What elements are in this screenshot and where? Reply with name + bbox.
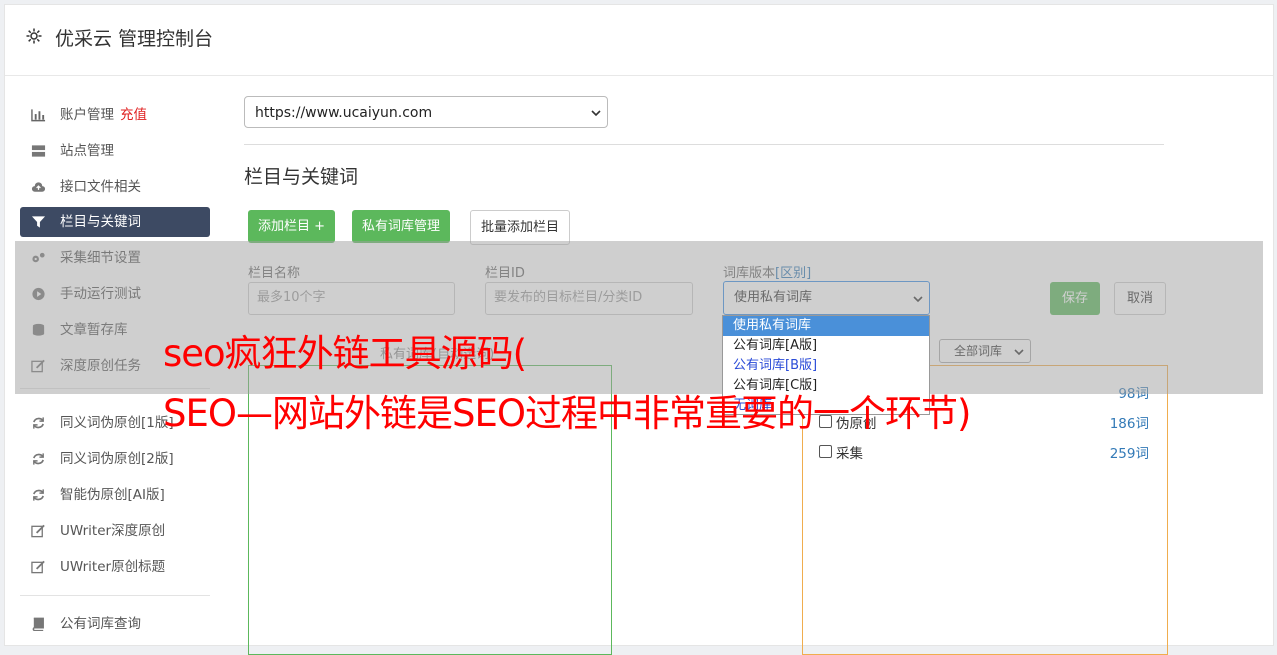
sidebar-item-label: 同义词伪原创[2版] — [60, 451, 174, 467]
private-library-button[interactable]: 私有词库管理 — [352, 210, 451, 243]
library-count: 186词 — [1109, 416, 1149, 432]
gear-icon — [26, 28, 42, 44]
sidebar-item-label: 站点管理 — [60, 143, 114, 159]
banner-line-2: SEO—网站外链是SEO过程中非常重要的一个环节) — [163, 392, 971, 435]
sidebar-item-sites[interactable]: 站点管理 — [20, 136, 210, 166]
sidebar-item-label: 公有词库查询 — [60, 616, 141, 632]
sidebar-item-uwriter-original[interactable]: UWriter深度原创 — [20, 516, 210, 546]
library-row[interactable]: 采集 259词 — [819, 442, 1149, 462]
recharge-link[interactable]: 充值 — [120, 107, 147, 123]
refresh-icon — [33, 417, 44, 429]
site-select-value: https://www.ucaiyun.com — [255, 105, 433, 121]
sidebar-item-columns[interactable]: 栏目与关键词 — [20, 207, 210, 237]
sidebar-item-label: 栏目与关键词 — [60, 214, 141, 230]
sidebar-item-account[interactable]: 账户管理 充值 — [20, 100, 210, 130]
sidebar-item-label: 接口文件相关 — [60, 179, 141, 195]
console-header: 优采云 管理控制台 — [5, 5, 1273, 76]
edit-icon — [31, 524, 45, 538]
edit-icon — [31, 560, 45, 574]
book-icon — [32, 617, 44, 631]
bar-chart-icon — [31, 109, 46, 122]
library-checkbox[interactable] — [819, 445, 832, 458]
add-column-button[interactable]: 添加栏目 + — [248, 210, 336, 243]
sidebar-item-ai-original[interactable]: 智能伪原创[AI版] — [20, 480, 210, 510]
sidebar-item-label: UWriter原创标题 — [60, 559, 166, 575]
cloud-upload-icon — [31, 182, 46, 192]
console-title: 优采云 管理控制台 — [55, 28, 214, 50]
server-icon — [31, 145, 46, 157]
dropdown-option[interactable]: 公有词库[A版] — [723, 336, 929, 356]
sidebar-item-public-lib[interactable]: 公有词库查询 — [20, 609, 210, 639]
dropdown-option[interactable]: 使用私有词库 — [723, 316, 929, 336]
chevron-down-icon — [591, 110, 601, 117]
sidebar-item-label: UWriter深度原创 — [60, 523, 166, 539]
banner-line-1: seo疯狂外链工具源码( — [163, 332, 527, 375]
section-title: 栏目与关键词 — [244, 166, 359, 188]
library-count: 259词 — [1109, 446, 1149, 462]
dropdown-option[interactable]: 公有词库[B版] — [723, 356, 929, 376]
refresh-icon — [33, 489, 44, 501]
sidebar-divider — [20, 595, 210, 596]
refresh-icon — [33, 453, 44, 465]
library-name: 采集 — [836, 446, 863, 462]
batch-add-columns-button[interactable]: 批量添加栏目 — [470, 210, 571, 245]
sidebar-item-synonym-v2[interactable]: 同义词伪原创[2版] — [20, 444, 210, 474]
filter-icon — [31, 216, 46, 228]
sidebar-item-label: 同义词伪原创[1版] — [60, 415, 174, 431]
sidebar-item-label: 账户管理 — [60, 107, 114, 123]
sidebar-item-uwriter-title[interactable]: UWriter原创标题 — [20, 552, 210, 582]
site-select[interactable]: https://www.ucaiyun.com — [244, 96, 608, 128]
divider — [244, 144, 1164, 145]
sidebar-item-label: 智能伪原创[AI版] — [60, 487, 165, 503]
sidebar-item-interface[interactable]: 接口文件相关 — [20, 172, 210, 202]
